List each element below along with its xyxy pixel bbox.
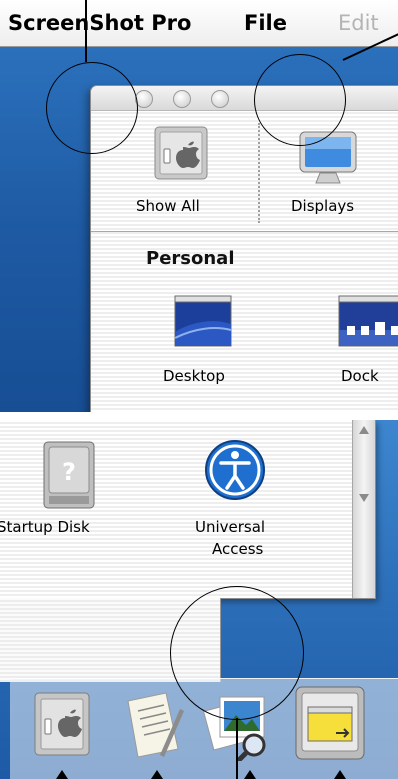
- universal-access-label-line1: Universal: [195, 518, 266, 536]
- toolbar-divider: [258, 123, 260, 223]
- zoom-button[interactable]: [211, 90, 229, 108]
- callout-line: [85, 0, 87, 62]
- menu-bar: ScreenShot Pro File Edit: [0, 0, 398, 47]
- edit-menu[interactable]: Edit: [338, 11, 379, 35]
- show-all-label: Show All: [136, 197, 200, 215]
- apple-switch-icon: [154, 126, 208, 180]
- dock-item-screenshot-pro[interactable]: [290, 683, 370, 763]
- hard-disk-icon: ?: [43, 441, 95, 509]
- running-indicator-icon: [151, 770, 163, 779]
- textedit-icon: [127, 692, 184, 758]
- dock-label: Dock: [341, 367, 379, 385]
- screenshot-window-icon: [295, 686, 365, 760]
- dock-item-system-preferences[interactable]: [32, 689, 92, 759]
- startup-disk-button[interactable]: ?: [38, 438, 102, 518]
- dock-pref-icon: [338, 295, 398, 347]
- vertical-scrollbar[interactable]: [352, 420, 375, 598]
- displays-label: Displays: [291, 197, 355, 215]
- callout-circle: [170, 586, 304, 720]
- bottom-screenshot-panel: ? Startup Disk Universal Access: [0, 420, 398, 779]
- running-indicator-icon: [244, 770, 256, 779]
- universal-access-label-line2: Access: [212, 540, 264, 558]
- minimize-button[interactable]: [173, 90, 191, 108]
- callout-circle: [46, 62, 138, 154]
- dock-pref-button[interactable]: [337, 294, 398, 350]
- callout-line: [236, 718, 238, 779]
- show-all-button[interactable]: [151, 123, 211, 183]
- top-screenshot-panel: ScreenShot Pro File Edit Show All Displa…: [0, 0, 398, 412]
- system-preferences-window-lower: ? Startup Disk Universal Access: [0, 420, 376, 599]
- dock-item-textedit[interactable]: [118, 689, 184, 761]
- app-menu[interactable]: ScreenShot Pro: [8, 11, 191, 35]
- svg-text:?: ?: [62, 458, 76, 486]
- scroll-down-icon[interactable]: [359, 494, 369, 502]
- desktop-label: Desktop: [163, 367, 225, 385]
- apple-switch-icon: [34, 692, 90, 756]
- system-preferences-window: Show All Displays Personal Desktop Dock: [90, 85, 398, 412]
- universal-access-button[interactable]: [203, 438, 267, 502]
- universal-access-icon: [205, 440, 265, 500]
- desktop-pref-button[interactable]: [173, 294, 233, 350]
- window-toolbar: Show All Displays: [91, 111, 398, 232]
- scroll-up-icon[interactable]: [359, 426, 369, 434]
- section-title-personal: Personal: [146, 248, 235, 269]
- running-indicator-icon: [56, 770, 68, 779]
- desktop-pref-icon: [174, 295, 232, 347]
- file-menu[interactable]: File: [244, 11, 287, 35]
- running-indicator-icon: [334, 770, 346, 779]
- startup-disk-label: Startup Disk: [0, 518, 90, 536]
- callout-circle: [254, 54, 346, 146]
